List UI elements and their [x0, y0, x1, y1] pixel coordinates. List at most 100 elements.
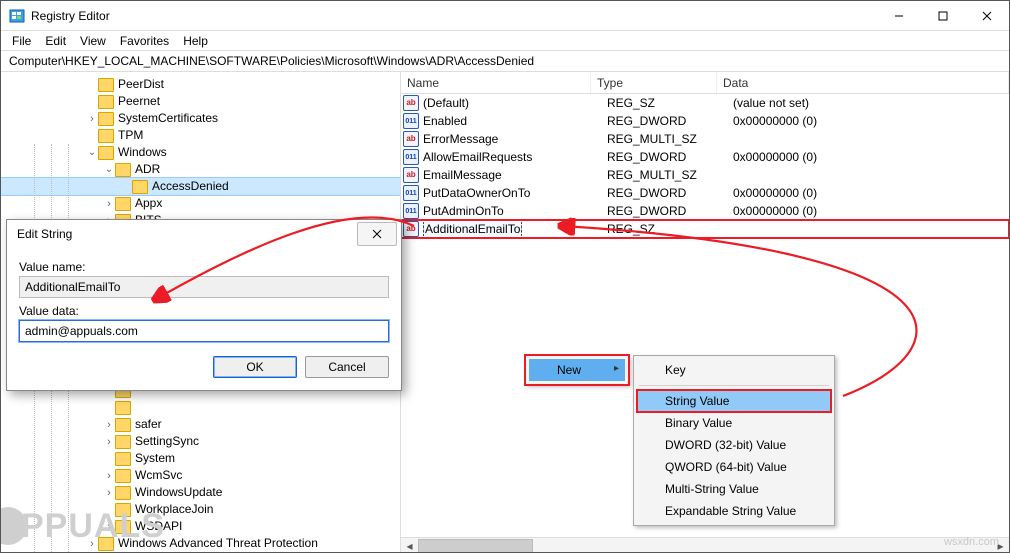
tree-item-label: Windows — [118, 144, 167, 161]
dialog-title: Edit String — [17, 227, 357, 241]
ctx-new-expstring[interactable]: Expandable String Value — [637, 500, 831, 522]
tree-item[interactable]: WindowsUpdate — [1, 484, 400, 501]
value-type: REG_MULTI_SZ — [607, 132, 733, 146]
folder-icon — [98, 78, 114, 92]
close-icon — [372, 229, 382, 239]
close-button[interactable] — [965, 1, 1009, 30]
ctx-new-binary[interactable]: Binary Value — [637, 412, 831, 434]
list-header[interactable]: Name Type Data — [401, 72, 1009, 94]
window-title: Registry Editor — [31, 9, 877, 23]
menu-edit[interactable]: Edit — [38, 33, 73, 49]
folder-icon — [98, 129, 114, 143]
col-name[interactable]: Name — [401, 72, 591, 93]
folder-icon — [115, 452, 131, 466]
list-row[interactable]: abAdditionalEmailToREG_SZ — [401, 220, 1009, 238]
string-icon: ab — [403, 167, 419, 183]
list-row[interactable]: ab(Default)REG_SZ(value not set) — [401, 94, 1009, 112]
tree-item[interactable]: Windows — [1, 144, 400, 161]
tree-item-label: Peernet — [118, 93, 160, 110]
list-row[interactable]: abErrorMessageREG_MULTI_SZ — [401, 130, 1009, 148]
folder-icon — [115, 418, 131, 432]
tree-item[interactable]: TPM — [1, 127, 400, 144]
dword-icon: 011 — [403, 149, 419, 165]
ctx-new-qword[interactable]: QWORD (64-bit) Value — [637, 456, 831, 478]
context-menu[interactable]: New — [525, 355, 629, 385]
tree-item-label: SystemCertificates — [118, 110, 218, 127]
tree-item-label: Appx — [135, 195, 162, 212]
tree-item-label: System — [135, 450, 175, 467]
list-row[interactable]: abEmailMessageREG_MULTI_SZ — [401, 166, 1009, 184]
list-row[interactable]: 011AllowEmailRequestsREG_DWORD0x00000000… — [401, 148, 1009, 166]
list-row[interactable]: 011PutDataOwnerOnToREG_DWORD0x00000000 (… — [401, 184, 1009, 202]
value-data: 0x00000000 (0) — [733, 114, 1007, 128]
tree-item-label: AccessDenied — [152, 178, 229, 195]
menu-file[interactable]: File — [5, 33, 38, 49]
scroll-left-icon[interactable]: ◂ — [401, 538, 418, 553]
registry-editor-window: Registry Editor File Edit View Favorites… — [0, 0, 1010, 553]
menu-favorites[interactable]: Favorites — [113, 33, 176, 49]
value-name: PutDataOwnerOnTo — [423, 186, 607, 200]
minimize-button[interactable] — [877, 1, 921, 30]
tree-item[interactable]: Appx — [1, 195, 400, 212]
ctx-new-key[interactable]: Key — [637, 359, 831, 381]
context-submenu-new[interactable]: Key String Value Binary Value DWORD (32-… — [633, 355, 835, 526]
ctx-separator — [639, 385, 829, 386]
menu-help[interactable]: Help — [176, 33, 215, 49]
value-data: 0x00000000 (0) — [733, 204, 1007, 218]
tree-item-label: PeerDist — [118, 76, 164, 93]
value-name: (Default) — [423, 96, 607, 110]
value-name-input — [19, 276, 389, 298]
horizontal-scrollbar[interactable]: ◂ ▸ — [401, 537, 1009, 553]
value-name-label: Value name: — [19, 260, 389, 274]
tree-item[interactable]: AccessDenied — [1, 178, 400, 195]
value-data: 0x00000000 (0) — [733, 150, 1007, 164]
value-name: Enabled — [423, 114, 607, 128]
ctx-new-dword[interactable]: DWORD (32-bit) Value — [637, 434, 831, 456]
folder-icon — [98, 112, 114, 126]
tree-item[interactable]: safer — [1, 416, 400, 433]
folder-icon — [115, 486, 131, 500]
ok-button[interactable]: OK — [213, 356, 297, 378]
col-data[interactable]: Data — [717, 72, 1009, 93]
cancel-button[interactable]: Cancel — [305, 356, 389, 378]
list-row[interactable]: 011PutAdminOnToREG_DWORD0x00000000 (0) — [401, 202, 1009, 220]
maximize-button[interactable] — [921, 1, 965, 30]
value-type: REG_DWORD — [607, 114, 733, 128]
tree-item[interactable]: WcmSvc — [1, 467, 400, 484]
edit-string-dialog: Edit String Value name: Value data: OK C… — [6, 219, 402, 391]
dword-icon: 011 — [403, 185, 419, 201]
menubar: File Edit View Favorites Help — [1, 31, 1009, 50]
dialog-titlebar[interactable]: Edit String — [7, 220, 401, 248]
tree-item[interactable]: ADR — [1, 161, 400, 178]
tree-item[interactable] — [1, 399, 400, 416]
folder-icon — [132, 180, 148, 194]
value-data: 0x00000000 (0) — [733, 186, 1007, 200]
col-type[interactable]: Type — [591, 72, 717, 93]
scrollbar-thumb[interactable] — [418, 539, 533, 553]
dialog-close-button[interactable] — [357, 222, 397, 246]
tree-item-label: ADR — [135, 161, 160, 178]
tree-item[interactable]: System — [1, 450, 400, 467]
tree-item[interactable]: PeerDist — [1, 76, 400, 93]
ctx-new-multistring[interactable]: Multi-String Value — [637, 478, 831, 500]
folder-icon — [98, 95, 114, 109]
address-bar — [1, 50, 1009, 72]
string-icon: ab — [403, 221, 419, 237]
menu-view[interactable]: View — [73, 33, 113, 49]
titlebar[interactable]: Registry Editor — [1, 1, 1009, 31]
value-type: REG_SZ — [607, 222, 733, 236]
tree-item-label: WindowsUpdate — [135, 484, 222, 501]
value-data-input[interactable] — [19, 320, 389, 342]
tree-item[interactable]: Peernet — [1, 93, 400, 110]
ctx-new-string[interactable]: String Value — [637, 390, 831, 412]
list-row[interactable]: 011 EnabledREG_DWORD0x00000000 (0) — [401, 112, 1009, 130]
dword-icon: 011 — [403, 113, 419, 129]
tree-item-label: SettingSync — [135, 433, 199, 450]
address-input[interactable] — [7, 53, 1003, 69]
tree-item[interactable]: SystemCertificates — [1, 110, 400, 127]
tree-item-label: safer — [135, 416, 162, 433]
regedit-icon — [9, 8, 25, 24]
folder-icon — [115, 197, 131, 211]
ctx-new[interactable]: New — [529, 359, 625, 381]
tree-item[interactable]: SettingSync — [1, 433, 400, 450]
